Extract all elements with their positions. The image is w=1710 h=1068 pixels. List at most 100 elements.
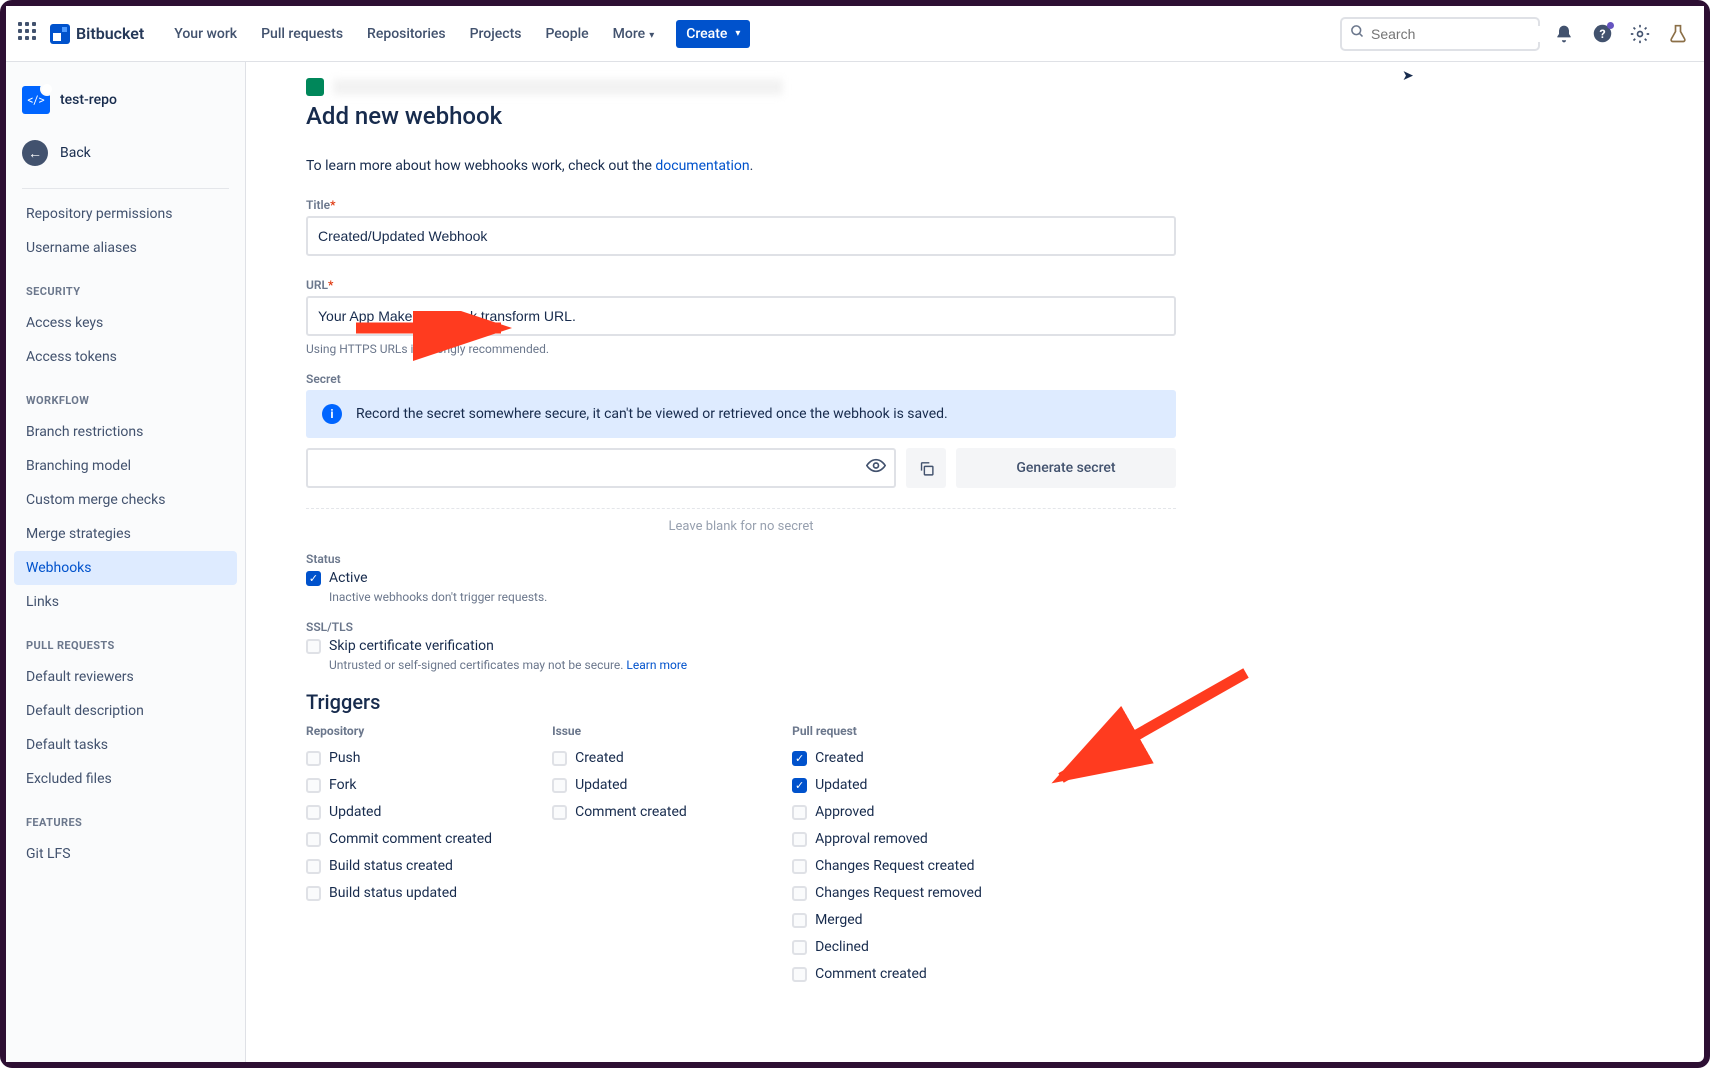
url-label: URL* [306,278,1176,292]
trigger-checkbox[interactable] [792,967,807,982]
sidebar-item-links[interactable]: Links [14,585,237,619]
sidebar-item-merge-strategies[interactable]: Merge strategies [14,517,237,551]
trigger-label[interactable]: Push [329,750,361,766]
trigger-label[interactable]: Comment created [575,804,687,820]
settings-icon[interactable] [1626,20,1654,48]
trigger-label[interactable]: Created [575,750,624,766]
chevron-down-icon: ▾ [735,28,740,39]
trigger-label[interactable]: Build status created [329,858,453,874]
active-checkbox[interactable]: ✓ [306,571,321,586]
sidebar-item-access-keys[interactable]: Access keys [14,306,237,340]
trigger-label[interactable]: Updated [575,777,627,793]
trigger-checkbox[interactable] [792,832,807,847]
skip-cert-checkbox[interactable] [306,639,321,654]
copy-button[interactable] [906,448,946,488]
trigger-checkbox[interactable] [306,832,321,847]
trigger-column-heading: Pull request [792,724,982,738]
search-input[interactable] [1340,17,1540,51]
cursor-icon: ➤ [1402,68,1414,84]
learn-more-link[interactable]: Learn more [626,658,687,672]
breadcrumb-redacted [333,79,783,95]
trigger-label[interactable]: Declined [815,939,869,955]
skip-cert-label[interactable]: Skip certificate verification [329,638,494,654]
trigger-checkbox[interactable] [552,751,567,766]
nav-pull-requests[interactable]: Pull requests [251,20,353,48]
trigger-checkbox[interactable] [792,805,807,820]
sidebar-section-heading: WORKFLOW [14,374,237,415]
trigger-checkbox[interactable] [306,805,321,820]
sidebar-item-branching-model[interactable]: Branching model [14,449,237,483]
trigger-checkbox[interactable] [792,913,807,928]
repo-icon: </> [22,86,50,114]
trigger-column-heading: Repository [306,724,492,738]
trigger-label[interactable]: Commit comment created [329,831,492,847]
svg-text:?: ? [1599,27,1605,41]
documentation-link[interactable]: documentation [655,158,749,174]
trigger-column: Pull request ✓ Created ✓ Updated Approved Appr… [792,724,982,993]
triggers-heading: Triggers [306,690,1176,714]
sidebar-item-username-aliases[interactable]: Username aliases [14,231,237,265]
sidebar-item-default-reviewers[interactable]: Default reviewers [14,660,237,694]
sidebar-item-repo-permissions[interactable]: Repository permissions [14,197,237,231]
ssl-label: SSL/TLS [306,620,1176,634]
sidebar-item-branch-restrictions[interactable]: Branch restrictions [14,415,237,449]
trigger-label[interactable]: Changes Request created [815,858,974,874]
notifications-icon[interactable] [1550,20,1578,48]
trigger-checkbox[interactable] [306,778,321,793]
trigger-checkbox[interactable]: ✓ [792,751,807,766]
triggers-columns: Repository Push Fork Updated Commit comment … [306,724,1176,993]
breadcrumb-icon [306,78,324,96]
back-arrow-icon: ← [22,140,48,166]
secret-input[interactable] [306,448,896,488]
nav-projects[interactable]: Projects [460,20,532,48]
nav-your-work[interactable]: Your work [164,20,247,48]
trigger-label[interactable]: Created [815,750,864,766]
eye-icon[interactable] [866,456,886,481]
sidebar-item-custom-merge-checks[interactable]: Custom merge checks [14,483,237,517]
help-icon[interactable]: ? [1588,20,1616,48]
generate-secret-button[interactable]: Generate secret [956,448,1176,488]
title-input[interactable] [306,216,1176,256]
sidebar-item-git-lfs[interactable]: Git LFS [14,837,237,871]
sidebar-section-heading: SECURITY [14,265,237,306]
sidebar-item-excluded-files[interactable]: Excluded files [14,762,237,796]
create-button[interactable]: Create▾ [676,20,750,48]
trigger-checkbox[interactable] [792,886,807,901]
trigger-checkbox[interactable] [552,778,567,793]
labs-icon[interactable] [1664,20,1692,48]
active-label[interactable]: Active [329,570,368,586]
main-content: Add new webhook To learn more about how … [246,62,1704,1062]
trigger-label[interactable]: Changes Request removed [815,885,982,901]
sidebar-item-access-tokens[interactable]: Access tokens [14,340,237,374]
info-icon: i [322,404,342,424]
trigger-checkbox[interactable] [306,751,321,766]
trigger-column: IssueCreatedUpdatedComment created [552,724,732,993]
bitbucket-logo[interactable]: Bitbucket [50,24,144,44]
back-button[interactable]: ← Back [14,130,237,176]
url-input[interactable] [306,296,1176,336]
trigger-label[interactable]: Fork [329,777,356,793]
trigger-label[interactable]: Comment created [815,966,927,982]
trigger-label[interactable]: Updated [329,804,381,820]
trigger-checkbox[interactable] [306,859,321,874]
nav-people[interactable]: People [535,20,598,48]
trigger-label[interactable]: Approved [815,804,874,820]
trigger-label[interactable]: Approval removed [815,831,928,847]
app-switcher-icon[interactable] [18,22,42,46]
trigger-label[interactable]: Build status updated [329,885,457,901]
sidebar-item-webhooks[interactable]: Webhooks [14,551,237,585]
trigger-checkbox[interactable] [552,805,567,820]
breadcrumb [306,78,1664,96]
search-field[interactable] [1371,26,1552,42]
trigger-checkbox[interactable] [306,886,321,901]
trigger-checkbox[interactable]: ✓ [792,778,807,793]
sidebar-item-default-description[interactable]: Default description [14,694,237,728]
trigger-checkbox[interactable] [792,859,807,874]
nav-repositories[interactable]: Repositories [357,20,456,48]
trigger-label[interactable]: Merged [815,912,862,928]
sidebar-item-default-tasks[interactable]: Default tasks [14,728,237,762]
trigger-label[interactable]: Updated [815,777,867,793]
trigger-checkbox[interactable] [792,940,807,955]
repo-header[interactable]: </> test-repo [14,78,237,122]
nav-more[interactable]: More▾ [603,20,665,48]
